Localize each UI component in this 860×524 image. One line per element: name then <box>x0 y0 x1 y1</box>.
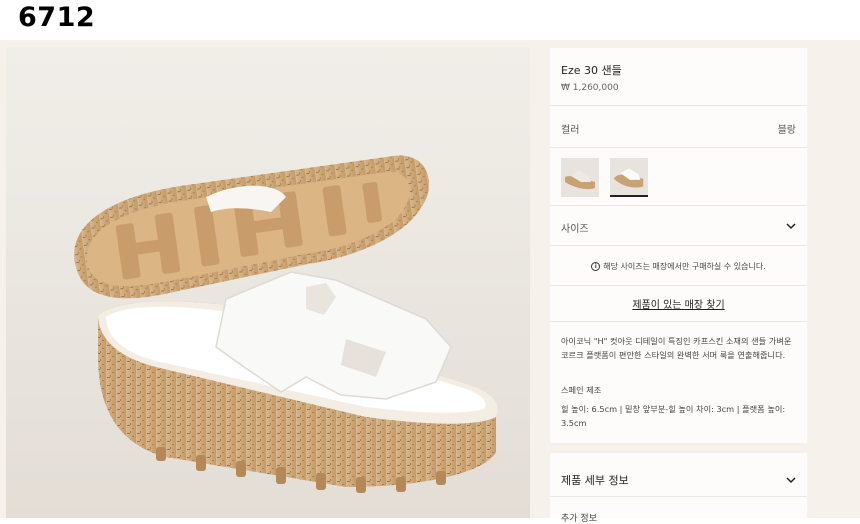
top-bar: 6712 <box>0 0 860 40</box>
product-info-card: Eze 30 샌들 ₩ 1,260,000 컬러 블랑 사이즈 i 해당 사이즈는… <box>550 48 807 443</box>
page-margin <box>817 40 860 518</box>
product-image[interactable] <box>6 47 530 518</box>
product-price: ₩ 1,260,000 <box>561 83 619 93</box>
size-label: 사이즈 <box>561 224 589 235</box>
product-code: 6712 <box>18 2 96 33</box>
color-swatch-2[interactable] <box>610 158 648 197</box>
details-divider <box>550 496 807 497</box>
color-swatch-1[interactable] <box>561 158 599 197</box>
details-title: 제품 세부 정보 <box>561 474 629 487</box>
availability-text: 해당 사이즈는 매장에서만 구매하실 수 있습니다. <box>603 262 766 271</box>
color-label: 컬러 <box>561 125 580 136</box>
product-page: Eze 30 샌들 ₩ 1,260,000 컬러 블랑 사이즈 i 해당 사이즈는… <box>0 40 860 524</box>
color-value: 블랑 <box>777 125 796 136</box>
size-selector[interactable]: 사이즈 <box>550 206 807 246</box>
availability-notice: i 해당 사이즈는 매장에서만 구매하실 수 있습니다. <box>550 261 807 272</box>
product-title: Eze 30 샌들 <box>561 64 622 77</box>
product-description: 아이코닉 "H" 컷아웃 디테일이 특징인 카프스킨 소재의 샌들 가벼운 코르… <box>561 336 792 360</box>
store-link-section: 제품이 있는 매장 찾기 <box>550 286 807 322</box>
color-section: 컬러 블랑 <box>550 106 807 148</box>
find-store-link[interactable]: 제품이 있는 매장 찾기 <box>550 296 807 311</box>
title-section: Eze 30 샌들 ₩ 1,260,000 <box>550 48 807 106</box>
info-icon: i <box>591 262 601 271</box>
dimensions: 힐 높이: 6.5cm | 밑창 앞부분-힐 높이 차이: 3cm | 플랫폼 … <box>561 404 786 428</box>
chevron-down-icon <box>786 477 796 484</box>
availability-section: i 해당 사이즈는 매장에서만 구매하실 수 있습니다. <box>550 246 807 286</box>
details-accordion[interactable]: 제품 세부 정보 추가 정보 <box>550 453 807 524</box>
chevron-down-icon <box>786 223 796 230</box>
made-in: 스페인 제조 <box>561 385 602 395</box>
